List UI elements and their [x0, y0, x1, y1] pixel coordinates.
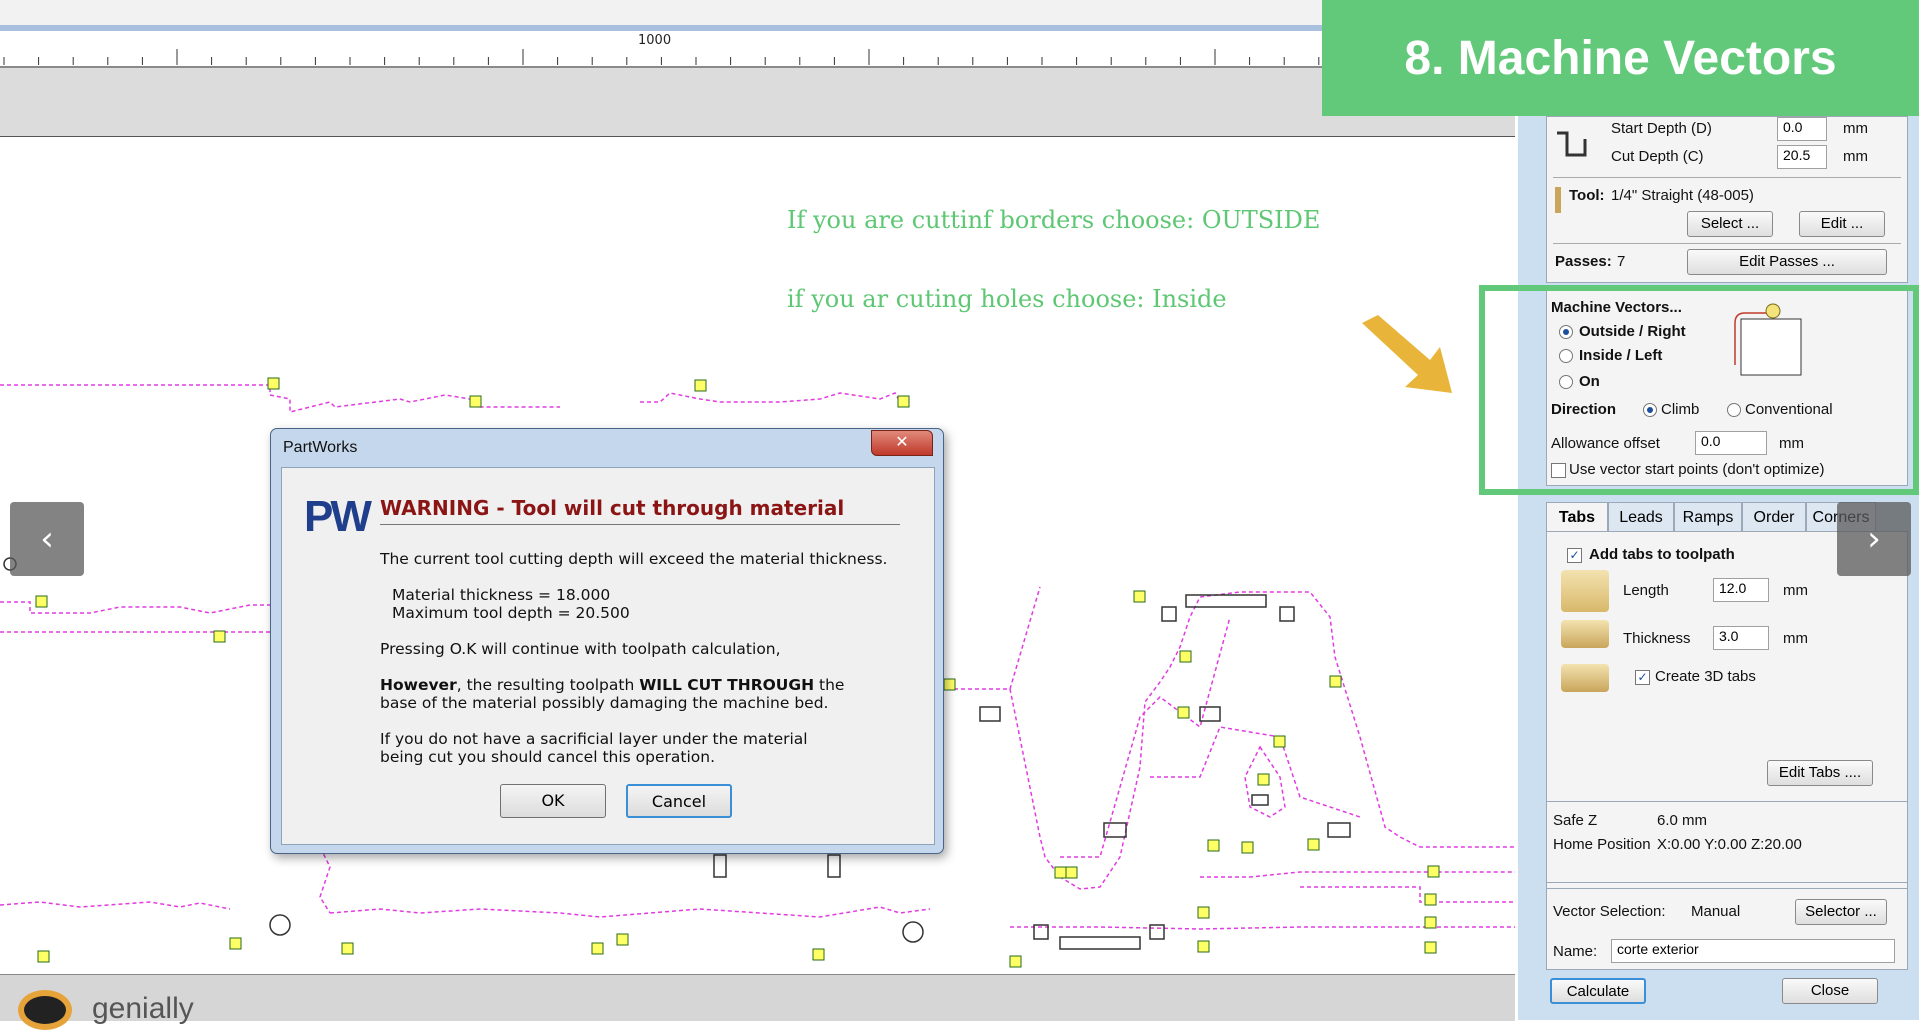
tab-order[interactable]: Order: [1742, 502, 1806, 532]
passes-label: Passes:: [1555, 253, 1612, 270]
start-depth-input[interactable]: 0.0: [1777, 117, 1827, 141]
close-button[interactable]: Close: [1782, 978, 1878, 1004]
add-tabs-label: Add tabs to toolpath: [1589, 546, 1735, 563]
vector-selection-value: Manual: [1691, 903, 1741, 920]
genially-logo-text: genially: [92, 992, 194, 1025]
dialog-body: PW WARNING - Tool will cut through mater…: [281, 467, 935, 845]
tool-icon: [1555, 187, 1561, 213]
cancel-button[interactable]: Cancel: [626, 784, 732, 818]
vector-selection-label: Vector Selection:: [1553, 903, 1666, 920]
selector-button[interactable]: Selector ...: [1795, 899, 1887, 925]
selection-group: Vector Selection: Manual Selector ... Na…: [1546, 888, 1908, 970]
thickness-unit: mm: [1783, 630, 1808, 647]
however-text: However: [380, 676, 457, 694]
home-position-value: X:0.00 Y:0.00 Z:20.00: [1657, 836, 1802, 853]
start-depth-unit: mm: [1843, 120, 1868, 137]
cut-depth-input[interactable]: 20.5: [1777, 145, 1827, 169]
ok-button[interactable]: OK: [500, 784, 606, 818]
add-tabs-checkbox[interactable]: ✓: [1567, 548, 1582, 563]
warning-para4-line1: If you do not have a sacrificial layer u…: [380, 730, 808, 748]
length-label: Length: [1623, 582, 1669, 599]
warning-para1: The current tool cutting depth will exce…: [380, 550, 888, 568]
safe-z-group: Safe Z 6.0 mm Home Position X:0.00 Y:0.0…: [1546, 801, 1908, 883]
partworks-logo: PW: [304, 492, 372, 541]
canvas-header-band: [0, 68, 1515, 137]
note-outside: If you are cuttinf borders choose: OUTSI…: [787, 206, 1321, 234]
passes-value: 7: [1617, 253, 1626, 270]
ruler-label: 1000: [638, 33, 672, 48]
bottom-bar: [0, 974, 1515, 1021]
cut-settings-group: Start Depth (D) 0.0 mm Cut Depth (C) 20.…: [1546, 116, 1908, 283]
tab-length-icon: [1561, 570, 1609, 612]
warning-para2: Pressing O.K will continue with toolpath…: [380, 640, 781, 658]
home-position-label: Home Position: [1553, 836, 1651, 853]
tab-3d-icon: [1561, 664, 1609, 692]
warning-para4-line2: being cut you should cancel this operati…: [380, 748, 715, 766]
chevron-left-icon[interactable]: ‹: [10, 502, 84, 576]
para3-b: the: [814, 676, 845, 694]
warning-para3: However, the resulting toolpath WILL CUT…: [380, 676, 844, 694]
tab-ramps[interactable]: Ramps: [1674, 502, 1742, 532]
tab-tabs[interactable]: Tabs: [1546, 502, 1608, 532]
select-tool-button[interactable]: Select ...: [1687, 211, 1773, 237]
machine-vectors-highlight: [1479, 285, 1919, 495]
tab-leads[interactable]: Leads: [1608, 502, 1674, 532]
ruler-ticks: [3, 49, 1493, 65]
para3-a: , the resulting toolpath: [456, 676, 640, 694]
tab-thickness-icon: [1561, 620, 1609, 648]
warning-para3-line2: base of the material possibly damaging t…: [380, 694, 829, 712]
calculate-button[interactable]: Calculate: [1550, 978, 1646, 1004]
tool-value: 1/4" Straight (48-005): [1611, 187, 1754, 204]
edit-tool-button[interactable]: Edit ...: [1799, 211, 1885, 237]
warning-dialog: PartWorks ✕ PW WARNING - Tool will cut t…: [270, 428, 944, 854]
edit-passes-button[interactable]: Edit Passes ...: [1687, 249, 1887, 275]
edit-tabs-button[interactable]: Edit Tabs ....: [1767, 760, 1873, 786]
length-unit: mm: [1783, 582, 1808, 599]
name-input[interactable]: corte exterior: [1611, 939, 1895, 963]
safe-z-value: 6.0 mm: [1657, 812, 1708, 829]
horizontal-ruler: 1000: [0, 31, 1510, 68]
thickness-input[interactable]: 3.0: [1713, 626, 1769, 650]
create-3d-label: Create 3D tabs: [1655, 668, 1756, 685]
name-label: Name:: [1553, 943, 1598, 960]
length-input[interactable]: 12.0: [1713, 578, 1769, 602]
create-3d-checkbox[interactable]: ✓: [1635, 670, 1650, 685]
material-thickness: Material thickness = 18.000: [392, 586, 611, 604]
slide-title: 8. Machine Vectors: [1322, 0, 1919, 116]
cut-through-text: WILL CUT THROUGH: [639, 676, 815, 694]
max-tool-depth: Maximum tool depth = 20.500: [392, 604, 630, 622]
note-inside: if you ar cuting holes choose: Inside: [787, 285, 1227, 313]
tool-label: Tool:: [1569, 187, 1605, 204]
chevron-right-icon[interactable]: ›: [1837, 502, 1911, 576]
cut-depth-unit: mm: [1843, 148, 1868, 165]
thickness-label: Thickness: [1623, 630, 1691, 647]
warning-heading: WARNING - Tool will cut through material: [380, 496, 845, 520]
depth-diagram-icon: [1557, 131, 1587, 157]
heading-divider: [380, 524, 900, 525]
safe-z-label: Safe Z: [1553, 812, 1598, 829]
arrow-down-right-icon: [1362, 315, 1452, 393]
cut-depth-label: Cut Depth (C): [1611, 148, 1704, 165]
dialog-title: PartWorks: [283, 439, 358, 456]
start-depth-label: Start Depth (D): [1611, 120, 1712, 137]
genially-logo: [18, 990, 72, 1030]
close-icon[interactable]: ✕: [871, 430, 933, 456]
